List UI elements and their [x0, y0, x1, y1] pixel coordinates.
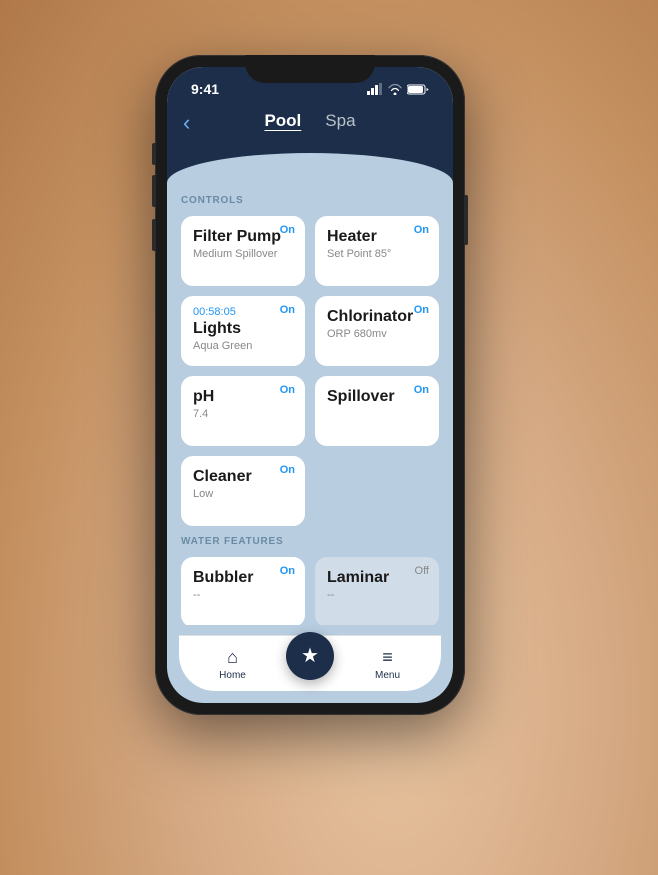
ph-subtitle: 7.4 — [193, 408, 293, 420]
chlorinator-card[interactable]: On Chlorinator ORP 680mv — [315, 296, 439, 366]
lights-timer: 00:58:05 — [193, 306, 293, 318]
filter-pump-status: On — [280, 224, 295, 236]
cleaner-status: On — [280, 464, 295, 476]
phone-screen: 9:41 — [167, 67, 453, 703]
notch — [245, 55, 375, 83]
wifi-icon — [388, 84, 402, 95]
mute-button[interactable] — [152, 143, 156, 165]
main-content: CONTROLS On Filter Pump Medium Spillover… — [167, 183, 453, 625]
water-features-label: WATER FEATURES — [181, 536, 439, 547]
filter-pump-subtitle: Medium Spillover — [193, 248, 293, 260]
water-features-row: On Bubbler -- Off Laminar -- — [181, 557, 439, 625]
power-button[interactable] — [464, 195, 468, 245]
tab-spa[interactable]: Spa — [325, 111, 355, 135]
heater-subtitle: Set Point 85° — [327, 248, 427, 260]
spillover-status: On — [414, 384, 429, 396]
controls-row-1: On Filter Pump Medium Spillover On Heate… — [181, 216, 439, 286]
signal-icon — [367, 83, 383, 95]
laminar-title: Laminar — [327, 569, 427, 587]
bubbler-status: On — [280, 565, 295, 577]
battery-icon — [407, 84, 429, 95]
heater-card[interactable]: On Heater Set Point 85° — [315, 216, 439, 286]
app-header: ‹ Pool Spa — [167, 111, 453, 153]
nav-home-label: Home — [219, 670, 246, 681]
bottom-nav: ⌂ Home ★ ≡ Menu — [179, 635, 441, 691]
laminar-status: Off — [415, 565, 429, 577]
controls-row-3: On pH 7.4 On Spillover — [181, 376, 439, 446]
tab-bar: Pool Spa — [187, 111, 433, 135]
nav-menu[interactable]: ≡ Menu — [334, 647, 441, 681]
phone-wrapper: 9:41 — [0, 0, 658, 875]
status-icons — [367, 83, 429, 95]
ph-card[interactable]: On pH 7.4 — [181, 376, 305, 446]
cleaner-subtitle: Low — [193, 488, 293, 500]
filter-pump-card[interactable]: On Filter Pump Medium Spillover — [181, 216, 305, 286]
nav-home[interactable]: ⌂ Home — [179, 647, 286, 681]
bubbler-card[interactable]: On Bubbler -- — [181, 557, 305, 625]
tab-pool[interactable]: Pool — [264, 111, 301, 135]
wave-divider — [167, 153, 453, 183]
heater-status: On — [414, 224, 429, 236]
lights-card[interactable]: On 00:58:05 Lights Aqua Green — [181, 296, 305, 366]
ph-title: pH — [193, 388, 293, 406]
lights-subtitle: Aqua Green — [193, 340, 293, 352]
spillover-title: Spillover — [327, 388, 427, 406]
menu-icon: ≡ — [382, 647, 393, 668]
chlorinator-subtitle: ORP 680mv — [327, 328, 427, 340]
nav-favorites-fab[interactable]: ★ — [286, 632, 334, 680]
laminar-card[interactable]: Off Laminar -- — [315, 557, 439, 625]
controls-row-2: On 00:58:05 Lights Aqua Green On Chlorin… — [181, 296, 439, 366]
controls-section-label: CONTROLS — [181, 195, 439, 206]
cleaner-title: Cleaner — [193, 468, 293, 486]
heater-title: Heater — [327, 228, 427, 246]
filter-pump-title: Filter Pump — [193, 228, 293, 246]
lights-title: Lights — [193, 320, 293, 338]
cleaner-card[interactable]: On Cleaner Low — [181, 456, 305, 526]
star-icon: ★ — [301, 643, 319, 668]
volume-down-button[interactable] — [152, 219, 156, 251]
chlorinator-title: Chlorinator — [327, 308, 427, 326]
bubbler-subtitle: -- — [193, 589, 293, 601]
phone-shell: 9:41 — [155, 55, 465, 715]
spillover-card[interactable]: On Spillover — [315, 376, 439, 446]
ph-status: On — [280, 384, 295, 396]
back-button[interactable]: ‹ — [183, 110, 190, 136]
nav-menu-label: Menu — [375, 670, 400, 681]
lights-status: On — [280, 304, 295, 316]
status-time: 9:41 — [191, 81, 219, 97]
volume-up-button[interactable] — [152, 175, 156, 207]
home-icon: ⌂ — [227, 647, 238, 668]
bubbler-title: Bubbler — [193, 569, 293, 587]
cleaner-row: On Cleaner Low — [181, 456, 439, 526]
chlorinator-status: On — [414, 304, 429, 316]
laminar-subtitle: -- — [327, 589, 427, 601]
